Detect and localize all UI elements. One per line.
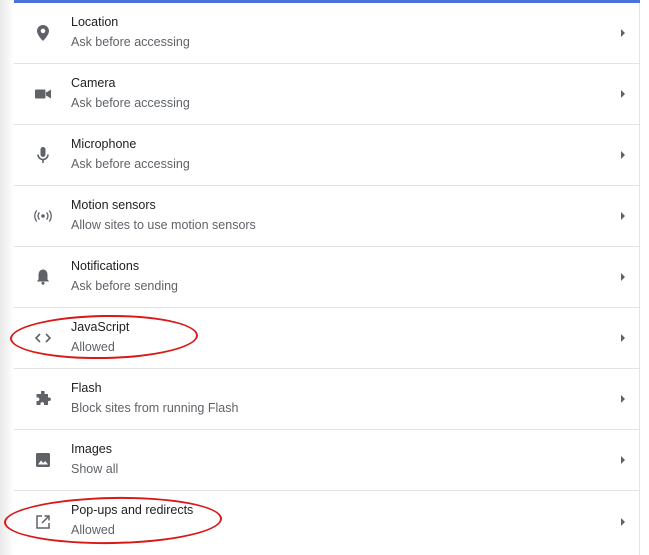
- puzzle-piece-icon: [34, 390, 52, 408]
- motion-sensors-icon: [34, 207, 52, 225]
- chevron-right-icon: [618, 89, 628, 99]
- chevron-right-icon: [618, 211, 628, 221]
- camera-icon: [34, 85, 52, 103]
- chevron-right-icon: [618, 455, 628, 465]
- bell-icon: [34, 268, 52, 286]
- chevron-right-icon: [618, 333, 628, 343]
- row-subtitle: Ask before accessing: [71, 157, 190, 171]
- row-subtitle: Ask before accessing: [71, 96, 190, 110]
- settings-row-motion-sensors[interactable]: Motion sensors Allow sites to use motion…: [14, 186, 640, 247]
- row-title: Pop-ups and redirects: [71, 503, 194, 517]
- chevron-right-icon: [618, 517, 628, 527]
- permissions-list: Location Ask before accessing Camera Ask…: [14, 3, 640, 555]
- row-subtitle: Allowed: [71, 523, 115, 537]
- settings-row-notifications[interactable]: Notifications Ask before sending: [14, 247, 640, 308]
- row-title: Location: [71, 15, 119, 29]
- settings-row-microphone[interactable]: Microphone Ask before accessing: [14, 125, 640, 186]
- row-title: Microphone: [71, 137, 137, 151]
- settings-row-images[interactable]: Images Show all: [14, 430, 640, 491]
- row-subtitle: Show all: [71, 462, 119, 476]
- row-subtitle: Allow sites to use motion sensors: [71, 218, 256, 232]
- chevron-right-icon: [618, 150, 628, 160]
- open-in-new-icon: [34, 513, 52, 531]
- row-subtitle: Ask before accessing: [71, 35, 190, 49]
- settings-row-camera[interactable]: Camera Ask before accessing: [14, 64, 640, 125]
- site-settings-panel: Location Ask before accessing Camera Ask…: [0, 0, 649, 555]
- row-title: Images: [71, 442, 112, 456]
- settings-row-popups-redirects[interactable]: Pop-ups and redirects Allowed: [14, 491, 640, 552]
- location-pin-icon: [34, 24, 52, 42]
- row-title: Camera: [71, 76, 116, 90]
- chevron-right-icon: [618, 272, 628, 282]
- code-brackets-icon: [34, 329, 52, 347]
- image-icon: [34, 451, 52, 469]
- settings-row-location[interactable]: Location Ask before accessing: [14, 3, 640, 64]
- microphone-icon: [34, 146, 52, 164]
- row-title: Flash: [71, 381, 102, 395]
- left-shadow: [0, 0, 14, 555]
- chevron-right-icon: [618, 28, 628, 38]
- row-subtitle: Allowed: [71, 340, 115, 354]
- chevron-right-icon: [618, 394, 628, 404]
- row-subtitle: Block sites from running Flash: [71, 401, 239, 415]
- settings-row-flash[interactable]: Flash Block sites from running Flash: [14, 369, 640, 430]
- settings-row-javascript[interactable]: JavaScript Allowed: [14, 308, 640, 369]
- row-title: JavaScript: [71, 320, 130, 334]
- row-title: Motion sensors: [71, 198, 156, 212]
- row-subtitle: Ask before sending: [71, 279, 179, 293]
- row-title: Notifications: [71, 259, 140, 273]
